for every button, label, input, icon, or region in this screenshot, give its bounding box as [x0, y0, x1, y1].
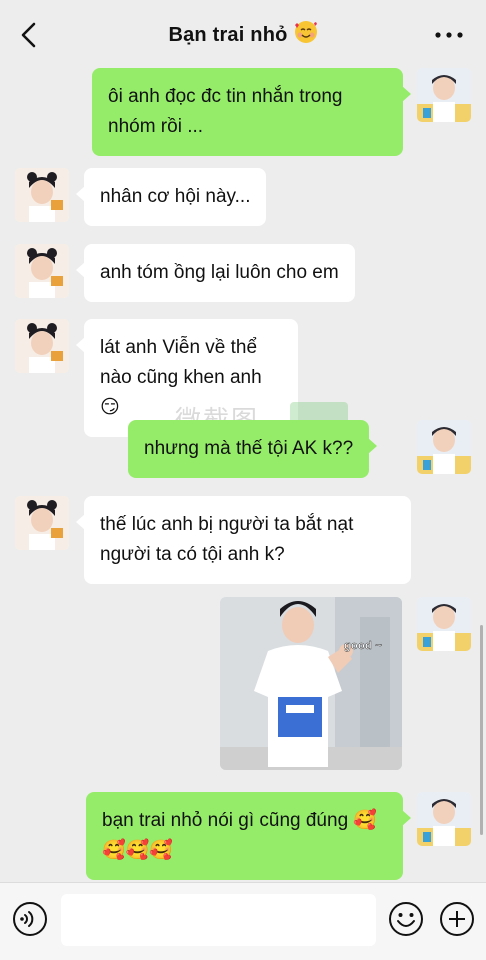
contact-avatar[interactable]	[15, 168, 69, 222]
contact-avatar[interactable]	[15, 319, 69, 373]
message-text: ôi anh đọc đc tin nhắn trong nhóm rồi ..…	[108, 86, 343, 137]
user-avatar[interactable]	[417, 420, 471, 474]
contact-avatar[interactable]	[15, 496, 69, 550]
message-text: anh tóm ồng lại luôn cho em	[100, 262, 339, 283]
user-avatar[interactable]	[417, 68, 471, 122]
message-bubble-incoming: nhân cơ hội này...	[75, 168, 267, 226]
ellipsis-icon[interactable]	[434, 30, 464, 40]
chat-title-text: Bạn trai nhỏ	[168, 23, 288, 46]
chat-header: Bạn trai nhỏ	[0, 0, 486, 70]
user-avatar[interactable]	[417, 597, 471, 651]
chevron-left-icon[interactable]	[18, 22, 40, 48]
smiling-face-with-hearts-icon	[294, 20, 318, 50]
voice-input-icon[interactable]	[12, 901, 48, 937]
contact-avatar[interactable]	[15, 244, 69, 298]
chat-title: Bạn trai nhỏ	[168, 20, 317, 50]
user-avatar[interactable]	[417, 792, 471, 846]
message-bubble-outgoing: nhưng mà thế tội AK k??	[128, 420, 378, 478]
message-text: nhưng mà thế tội AK k??	[144, 438, 354, 459]
message-text: nhân cơ hội này...	[100, 186, 251, 207]
message-bubble-outgoing: ôi anh đọc đc tin nhắn trong nhóm rồi ..…	[92, 68, 411, 156]
message-bubble-incoming: anh tóm ồng lại luôn cho em	[76, 244, 355, 302]
shared-photo[interactable]	[220, 597, 402, 770]
plus-icon[interactable]	[439, 901, 475, 937]
message-text: bạn trai nhỏ nói gì cũng đúng 🥰🥰🥰🥰	[102, 810, 378, 861]
message-input[interactable]	[61, 894, 376, 946]
message-text: thế lúc anh bị người ta bắt nạt người ta…	[100, 514, 354, 565]
message-bubble-outgoing: bạn trai nhỏ nói gì cũng đúng 🥰🥰🥰🥰	[86, 792, 411, 880]
message-bubble-incoming: thế lúc anh bị người ta bắt nạt người ta…	[76, 496, 411, 584]
scrollbar[interactable]	[480, 625, 483, 835]
emoji-icon[interactable]	[388, 901, 424, 937]
photo-caption: good ~	[344, 640, 383, 652]
